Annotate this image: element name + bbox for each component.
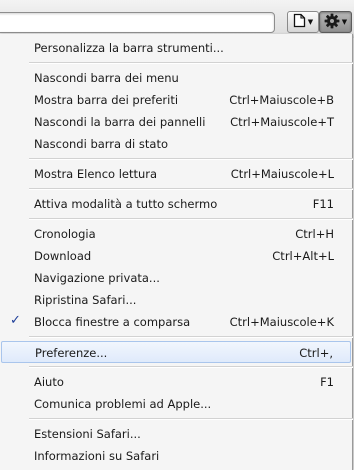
menu-item-shortcut: Ctrl+Maiuscole+K [229, 315, 334, 329]
menu-item-show-reading-list[interactable]: Mostra Elenco lettura Ctrl+Maiuscole+L [1, 163, 351, 185]
menu-separator [29, 62, 353, 64]
menu-item-label: Preferenze... [35, 346, 108, 360]
gear-icon [324, 13, 340, 32]
menu-item-label: Mostra barra dei preferiti [34, 93, 179, 107]
page-icon [293, 13, 306, 31]
menu-separator [29, 188, 353, 190]
menu-item-label: Cronologia [34, 227, 96, 241]
checkmark-icon: ✓ [10, 313, 21, 328]
page-menu-button[interactable]: ▼ [287, 11, 319, 33]
menu-item-label: Nascondi barra dei menu [34, 71, 179, 85]
menu-separator [29, 218, 353, 220]
menu-item-label: Nascondi la barra dei pannelli [34, 115, 206, 129]
menu-item-private-browsing[interactable]: Navigazione privata... [1, 267, 351, 289]
menu-item-downloads[interactable]: Download Ctrl+Alt+L [1, 245, 351, 267]
settings-dropdown-menu: Personalizza la barra strumenti... Nasco… [0, 34, 353, 470]
menu-item-safari-extensions[interactable]: Estensioni Safari... [1, 423, 351, 445]
menu-item-report-bugs[interactable]: Comunica problemi ad Apple... [1, 393, 351, 415]
menu-item-shortcut: Ctrl+Maiuscole+L [230, 167, 334, 181]
menu-item-shortcut: F11 [312, 197, 334, 211]
menu-item-label: Estensioni Safari... [34, 427, 141, 441]
menu-item-label: Download [34, 249, 92, 263]
chevron-down-icon: ▼ [307, 17, 314, 26]
menu-item-shortcut: F1 [320, 375, 334, 389]
address-bar[interactable] [0, 12, 275, 33]
menu-item-reset-safari[interactable]: Ripristina Safari... [1, 289, 351, 311]
menu-item-hide-status-bar[interactable]: Nascondi barra di stato [1, 133, 351, 155]
menu-separator [29, 158, 353, 160]
menu-item-hide-tab-bar[interactable]: Nascondi la barra dei pannelli Ctrl+Maiu… [1, 111, 351, 133]
menu-item-preferences[interactable]: Preferenze... Ctrl+, [1, 341, 351, 363]
menu-item-label: Ripristina Safari... [34, 293, 137, 307]
menu-item-label: Navigazione privata... [34, 271, 160, 285]
menu-item-label: Informazioni su Safari [34, 449, 160, 463]
menu-item-label: Comunica problemi ad Apple... [34, 397, 212, 411]
menu-item-label: Personalizza la barra strumenti... [34, 41, 224, 55]
menu-item-show-favorites-bar[interactable]: Mostra barra dei preferiti Ctrl+Maiuscol… [1, 89, 351, 111]
menu-item-shortcut: Ctrl+Maiuscole+T [230, 115, 334, 129]
menu-item-label: Mostra Elenco lettura [34, 167, 158, 181]
menu-separator [29, 366, 353, 368]
menu-item-shortcut: Ctrl+, [299, 346, 333, 360]
menu-item-label: Aiuto [34, 375, 64, 389]
menu-separator [29, 336, 353, 338]
menu-item-customize-toolbar[interactable]: Personalizza la barra strumenti... [1, 37, 351, 59]
menu-item-block-popups[interactable]: ✓ Blocca finestre a comparsa Ctrl+Maiusc… [1, 311, 351, 333]
menu-item-about-safari[interactable]: Informazioni su Safari [1, 445, 351, 467]
chevron-down-icon: ▼ [341, 17, 348, 26]
menu-separator [29, 418, 353, 420]
menu-item-shortcut: Ctrl+H [295, 227, 334, 241]
menu-item-label: Nascondi barra di stato [34, 137, 168, 151]
menu-item-shortcut: Ctrl+Alt+L [272, 249, 334, 263]
settings-menu-button[interactable]: ▼ [319, 11, 352, 33]
menu-item-hide-menu-bar[interactable]: Nascondi barra dei menu [1, 67, 351, 89]
safari-toolbar: ▼ ▼ [0, 0, 354, 38]
menu-item-label: Blocca finestre a comparsa [34, 315, 191, 329]
menu-item-label: Attiva modalità a tutto schermo [34, 197, 218, 211]
menu-item-history[interactable]: Cronologia Ctrl+H [1, 223, 351, 245]
menu-item-shortcut: Ctrl+Maiuscole+B [229, 93, 334, 107]
menu-item-help[interactable]: Aiuto F1 [1, 371, 351, 393]
menu-item-full-screen[interactable]: Attiva modalità a tutto schermo F11 [1, 193, 351, 215]
